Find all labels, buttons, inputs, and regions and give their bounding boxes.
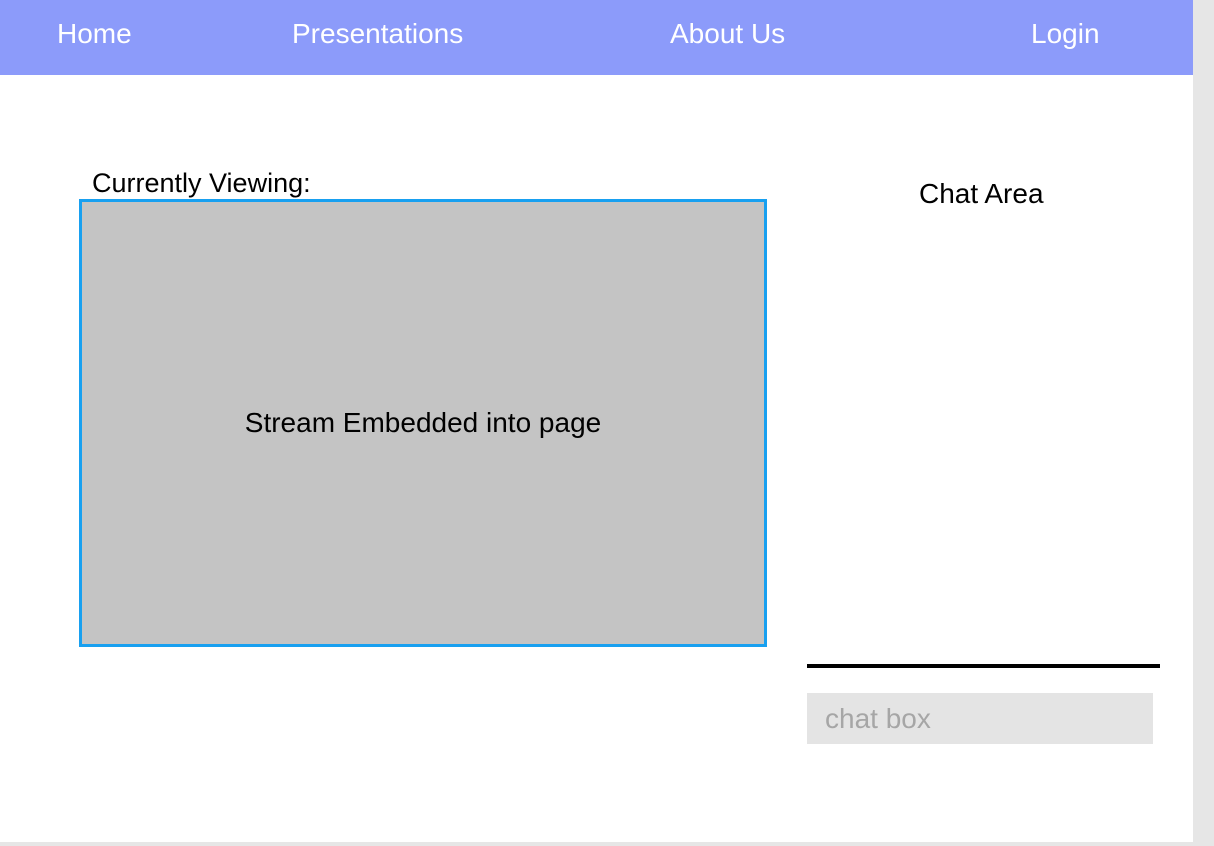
nav-presentations-link[interactable]: Presentations: [292, 16, 463, 52]
currently-viewing-label: Currently Viewing:: [92, 168, 311, 198]
page-frame: Home Presentations About Us Login Curren…: [0, 0, 1193, 842]
nav-login-link[interactable]: Login: [1031, 16, 1100, 52]
chat-divider: [807, 664, 1160, 668]
nav-about-us-link[interactable]: About Us: [670, 16, 785, 52]
nav-home-link[interactable]: Home: [57, 16, 132, 52]
navbar: Home Presentations About Us Login: [0, 0, 1193, 75]
chat-input[interactable]: [807, 693, 1153, 744]
chat-area-title: Chat Area: [919, 178, 1044, 209]
stream-embed[interactable]: Stream Embedded into page: [79, 199, 767, 647]
stream-placeholder-text: Stream Embedded into page: [244, 407, 602, 438]
